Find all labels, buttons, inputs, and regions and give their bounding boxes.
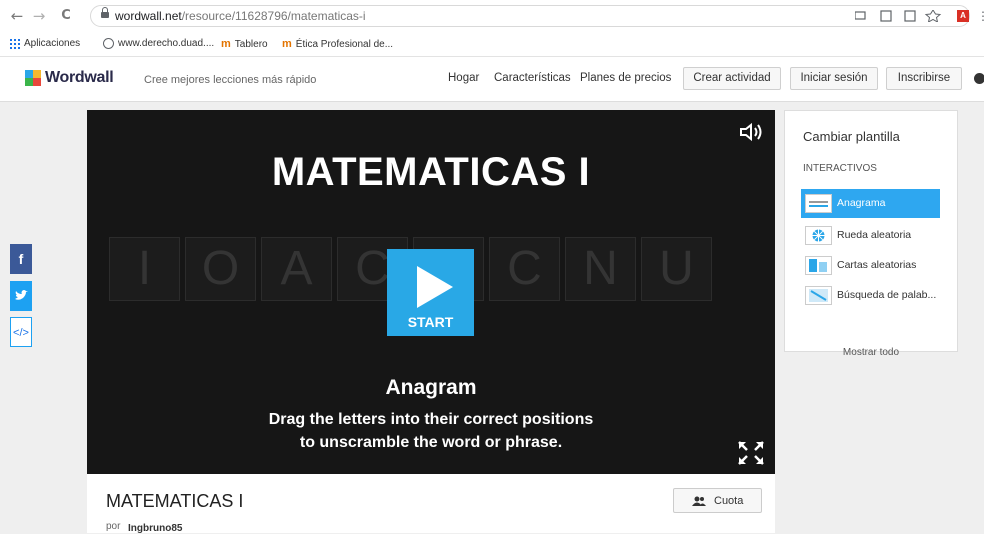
nav-features[interactable]: Características [494, 72, 571, 84]
game-type-title: Anagram [385, 376, 477, 399]
game-title: MATEMATICAS I [271, 150, 591, 194]
template-wordsearch[interactable]: Búsqueda de palab... [801, 281, 940, 310]
twitter-icon [15, 290, 28, 300]
template-panel: Cambiar plantilla INTERACTIVOS Anagrama … [784, 110, 958, 358]
cast-icon [855, 11, 866, 20]
activity-info: MATEMATICAS I Cuota por Ingbruno85 [87, 474, 775, 534]
nav-pricing[interactable]: Planes de precios [580, 72, 671, 84]
speaker-icon[interactable] [739, 122, 765, 142]
star-icon [924, 10, 942, 22]
wordwall-logo-icon [25, 70, 41, 86]
apps-grid-icon [10, 38, 20, 49]
moodle-icon: m [221, 38, 231, 50]
panel-section-label: INTERACTIVOS [803, 163, 877, 174]
browser-toolbar: ← → C wordwall.net/resource/11628796/mat… [0, 0, 984, 32]
back-button[interactable]: ← [8, 7, 26, 25]
nav-home[interactable]: Hogar [448, 72, 479, 84]
play-icon [417, 266, 453, 308]
template-cards[interactable]: Cartas aleatorias [801, 251, 940, 280]
url-text: wordwall.net/resource/11628796/matematic… [115, 9, 366, 23]
letter-tile: C [489, 237, 560, 301]
facebook-share-button[interactable]: f [10, 244, 32, 274]
language-globe-icon[interactable] [974, 73, 984, 84]
start-button[interactable]: START [387, 249, 474, 336]
author-link[interactable]: Ingbruno85 [128, 523, 182, 534]
bookmark-tablero[interactable]: m Tablero [221, 38, 268, 50]
game-area: MATEMATICAS I I O A C E C N U START Anag… [87, 110, 775, 474]
game-description: Drag the letters into their correct posi… [268, 411, 594, 451]
address-bar[interactable]: wordwall.net/resource/11628796/matematic… [90, 5, 970, 27]
start-label: START [407, 314, 454, 330]
forward-button[interactable]: → [30, 7, 48, 25]
share-button[interactable]: Cuota [673, 488, 762, 513]
browser-menu-icon[interactable]: ⋮ [977, 9, 984, 23]
template-wheel[interactable]: Rueda aleatoria [801, 221, 940, 250]
wordsearch-icon [805, 286, 832, 305]
show-all-link[interactable]: Mostrar todo [785, 347, 957, 358]
bookmarks-bar: Aplicaciones www.derecho.duad.... m Tabl… [0, 32, 984, 57]
lock-icon [101, 7, 109, 19]
template-anagram[interactable]: Anagrama [801, 189, 940, 218]
panel-title: Cambiar plantilla [803, 129, 900, 144]
translate-icon [904, 10, 916, 22]
cards-icon [805, 256, 832, 275]
activity-title: MATEMATICAS I [106, 491, 244, 511]
globe-icon [103, 38, 114, 49]
qr-icon [880, 10, 892, 22]
address-bar-icons [855, 10, 942, 22]
letter-tile: I [109, 237, 180, 301]
share-label: Cuota [714, 495, 744, 507]
reload-button[interactable]: C [57, 8, 75, 23]
site-header: Wordwall Cree mejores lecciones más rápi… [0, 57, 984, 102]
pdf-extension-icon[interactable]: A [957, 10, 969, 22]
letter-tile: U [641, 237, 712, 301]
twitter-share-button[interactable] [10, 281, 32, 311]
embed-button[interactable]: </> [10, 317, 32, 347]
signup-button[interactable]: Inscribirse [886, 67, 962, 90]
wheel-icon [805, 226, 832, 245]
by-label: por [106, 521, 121, 532]
fullscreen-icon[interactable] [737, 440, 765, 466]
letter-tile: N [565, 237, 636, 301]
bookmark-apps[interactable]: Aplicaciones [10, 38, 80, 49]
users-icon [692, 496, 706, 506]
letter-tile: O [185, 237, 256, 301]
bookmark-derecho[interactable]: www.derecho.duad.... [103, 38, 214, 49]
letter-tile: A [261, 237, 332, 301]
tagline: Cree mejores lecciones más rápido [144, 74, 317, 86]
moodle-icon: m [282, 38, 292, 50]
login-button[interactable]: Iniciar sesión [790, 67, 878, 90]
wordwall-logo[interactable]: Wordwall [25, 69, 114, 87]
anagram-thumb-icon [805, 194, 832, 213]
create-activity-button[interactable]: Crear actividad [683, 67, 781, 90]
bookmark-etica[interactable]: m Ética Profesional de... [282, 38, 393, 50]
